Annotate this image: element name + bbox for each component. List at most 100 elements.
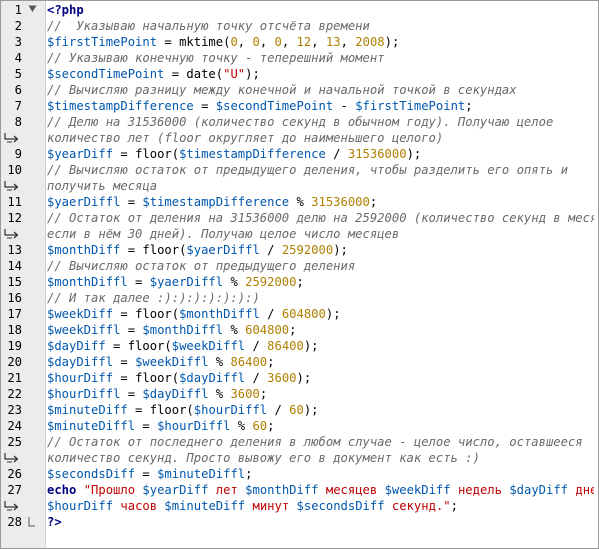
line-number: 25 (7, 435, 22, 449)
code-line[interactable]: 18 $weekDiffl = $monthDiffl % 604800; (1, 322, 598, 338)
code-token: = (127, 403, 150, 417)
code-token: $monthDiff (47, 243, 121, 257)
code-line[interactable]: 8 // Делю на 31536000 (количество секунд … (1, 114, 598, 130)
code-line[interactable]: 22 $hourDiffl = $dayDiffl % 3600; (1, 386, 598, 402)
code-line[interactable]: 13 $monthDiff = floor($yaerDiffl / 259200… (1, 242, 598, 258)
code-token: = (113, 355, 136, 369)
fold-end-marker-icon[interactable] (28, 517, 35, 527)
code-line[interactable]: 12 // Остаток от деления на 31536000 делю… (1, 210, 598, 226)
code-token: 86400 (230, 355, 268, 369)
code-text: $monthDiff = floor($yaerDiffl / 2592000)… (47, 242, 594, 258)
fold-collapse-icon[interactable] (28, 5, 37, 12)
line-number: 6 (14, 83, 22, 97)
code-token: // Остаток от последнего деления в любом… (47, 435, 583, 449)
line-number: 26 (7, 467, 22, 481)
wrapped-code-line[interactable]: получить месяца (1, 178, 598, 194)
code-token: = (113, 371, 136, 385)
code-token: $hourDiff (47, 499, 114, 513)
code-line[interactable]: 27 echo "Прошло $yearDiff лет $monthDiff … (1, 482, 598, 498)
code-token: = (135, 419, 158, 433)
code-token: "U" (223, 67, 246, 81)
code-token: = (120, 195, 143, 209)
code-text: $monthDiffl = $yaerDiffl % 2592000; (47, 274, 594, 290)
code-line[interactable]: 7 $timestampDifference = $secondTimePoint… (1, 98, 598, 114)
code-line[interactable]: 14 // Вычисляю остаток от предыдущего дел… (1, 258, 598, 274)
code-token: 31536000 (347, 147, 407, 161)
code-text: получить месяца (47, 178, 594, 194)
code-token: $yearDiff (142, 483, 209, 497)
code-text: $secondsDiff = $minuteDiffl; (47, 466, 594, 482)
code-token: // Вычисляю остаток от предыдущего делен… (47, 259, 356, 273)
line-wrap-icon (4, 132, 20, 145)
code-line[interactable]: 1 <?php (1, 2, 598, 18)
code-token: ?> (47, 515, 62, 529)
code-token: 12 (296, 35, 312, 49)
code-editor[interactable]: 1 <?php 2 // Указываю начальную точку отсчё… (0, 0, 599, 549)
code-line[interactable]: 15 $monthDiffl = $yaerDiffl % 2592000; (1, 274, 598, 290)
code-token: = (105, 339, 128, 353)
code-token: $minuteDiffl (47, 419, 136, 433)
code-token: floor (135, 371, 172, 385)
code-token: / (259, 243, 282, 257)
code-token: ( (171, 371, 180, 385)
code-token: $secondTimePoint (47, 67, 165, 81)
code-token: ( (164, 339, 172, 353)
code-text: <?php (47, 2, 594, 18)
code-text: $yearDiff = floor($timestampDifference /… (47, 146, 594, 162)
code-token: = (120, 387, 143, 401)
code-line[interactable]: 9 $yearDiff = floor($timestampDifference … (1, 146, 598, 162)
code-line[interactable]: 26 $secondsDiff = $minuteDiffl; (1, 466, 598, 482)
code-line[interactable]: 5 $secondTimePoint = date("U"); (1, 66, 598, 82)
code-token: $weekDiff (384, 483, 451, 497)
code-line[interactable]: 25 // Остаток от последнего деления в люб… (1, 434, 598, 450)
code-text: // Вычисляю разницу между конечной и нач… (47, 82, 594, 98)
code-token: ; (267, 355, 275, 369)
code-token: / (259, 307, 282, 321)
code-token: , (340, 35, 356, 49)
code-line[interactable]: 6 // Вычисляю разницу между конечной и на… (1, 82, 598, 98)
code-line[interactable]: 11 $yaerDiffl = $timestampDifference % 31… (1, 194, 598, 210)
line-number: 18 (7, 323, 22, 337)
code-token: секунд." (384, 499, 451, 513)
code-line[interactable]: 2 // Указываю начальную точку отсчёта вре… (1, 18, 598, 34)
code-token: ; (289, 323, 297, 337)
code-line[interactable]: 3 $firstTimePoint = mktime(0, 0, 0, 12, 1… (1, 34, 598, 50)
code-line[interactable]: 28 ?> (1, 514, 598, 530)
code-line[interactable]: 4 // Указываю конечную точку - теперешний… (1, 50, 598, 66)
code-token: $monthDiffl (142, 323, 224, 337)
code-token: = (120, 243, 143, 257)
code-token: // Указываю конечную точку - теперешний … (47, 51, 385, 65)
code-token: месяцев (318, 483, 385, 497)
wrapped-code-line[interactable]: $hourDiff часов $minuteDiff минут $secon… (1, 498, 598, 514)
code-token: 2592000 (245, 275, 297, 289)
code-token: $minuteDiffl (157, 467, 246, 481)
code-line[interactable]: 16 // И так далее :):):):):):):) (1, 290, 598, 306)
code-token: ; (369, 195, 378, 209)
wrapped-code-line[interactable]: количество секунд. Просто вывожу его в д… (1, 450, 598, 466)
code-text: // Делю на 31536000 (количество секунд в… (47, 114, 594, 130)
code-token: 13 (325, 35, 341, 49)
line-wrap-icon (4, 180, 20, 193)
code-token: $monthDiffl (179, 307, 260, 321)
code-token: 0 (252, 35, 260, 49)
code-line[interactable]: 23 $minuteDiff = floor($hourDiffl / 60); (1, 402, 598, 418)
code-text: // Вычисляю остаток от предыдущего делен… (47, 258, 594, 274)
code-token: <?php (47, 3, 84, 17)
code-token: если в нём 30 дней). Получаю целое число… (47, 227, 400, 241)
code-token: mktime (179, 35, 224, 49)
code-line[interactable]: 10 // Вычисляю остаток от предыдущего дел… (1, 162, 598, 178)
code-token: $yaerDiffl (186, 243, 260, 257)
line-number: 23 (7, 403, 22, 417)
code-line[interactable]: 24 $minuteDiffl = $hourDiffl % 60; (1, 418, 598, 434)
wrapped-code-line[interactable]: количество лет (floor округляет до наиме… (1, 130, 598, 146)
wrapped-code-line[interactable]: если в нём 30 дней). Получаю целое число… (1, 226, 598, 242)
code-token: получить месяца (47, 179, 158, 193)
code-token: = (157, 35, 180, 49)
code-line[interactable]: 19 $dayDiff = floor($weekDiffl / 86400); (1, 338, 598, 354)
code-token: ; (465, 99, 473, 113)
code-line[interactable]: 21 $hourDiff = floor($dayDiffl / 3600); (1, 370, 598, 386)
code-line[interactable]: 20 $dayDiffl = $weekDiffl % 86400; (1, 354, 598, 370)
code-line[interactable]: 17 $weekDiff = floor($monthDiffl / 604800… (1, 306, 598, 322)
code-token: floor (142, 243, 180, 257)
code-token: // Делю на 31536000 (количество секунд в… (47, 115, 554, 129)
